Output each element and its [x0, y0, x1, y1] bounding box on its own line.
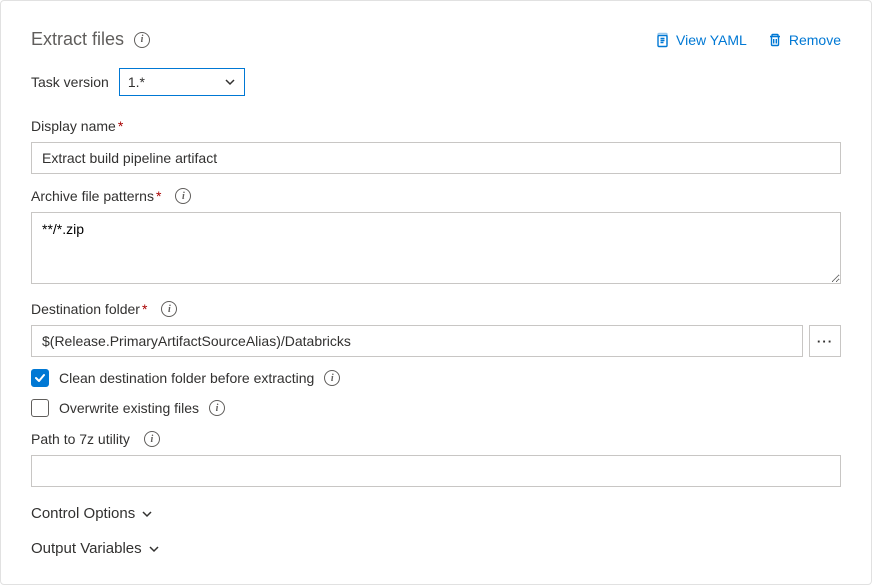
display-name-input[interactable]: [31, 142, 841, 174]
info-icon[interactable]: i: [209, 400, 225, 416]
path-7z-input[interactable]: [31, 455, 841, 487]
control-options-section[interactable]: Control Options: [31, 505, 841, 522]
archive-patterns-label: Archive file patterns*: [31, 188, 161, 204]
chevron-down-icon: [224, 76, 236, 88]
chevron-down-icon: [141, 508, 153, 520]
info-icon[interactable]: i: [324, 370, 340, 386]
info-icon[interactable]: i: [161, 301, 177, 317]
overwrite-checkbox[interactable]: [31, 399, 49, 417]
destination-folder-input[interactable]: [31, 325, 803, 357]
browse-button[interactable]: ···: [809, 325, 841, 357]
view-yaml-button[interactable]: View YAML: [654, 32, 747, 48]
trash-icon: [767, 32, 783, 48]
destination-folder-label: Destination folder*: [31, 301, 147, 317]
output-variables-section[interactable]: Output Variables: [31, 540, 841, 557]
overwrite-label: Overwrite existing files: [59, 400, 199, 416]
info-icon[interactable]: i: [144, 431, 160, 447]
yaml-icon: [654, 32, 670, 48]
clean-destination-label: Clean destination folder before extracti…: [59, 370, 314, 386]
path-7z-label: Path to 7z utility: [31, 431, 130, 447]
archive-patterns-textarea[interactable]: **/*.zip: [31, 212, 841, 284]
info-icon[interactable]: i: [134, 32, 150, 48]
task-version-select[interactable]: 1.*: [119, 68, 245, 96]
task-version-label: Task version: [31, 74, 109, 90]
info-icon[interactable]: i: [175, 188, 191, 204]
check-icon: [34, 372, 46, 384]
clean-destination-checkbox[interactable]: [31, 369, 49, 387]
chevron-down-icon: [148, 543, 160, 555]
page-title: Extract files: [31, 29, 124, 50]
display-name-label: Display name*: [31, 118, 123, 134]
remove-button[interactable]: Remove: [767, 32, 841, 48]
